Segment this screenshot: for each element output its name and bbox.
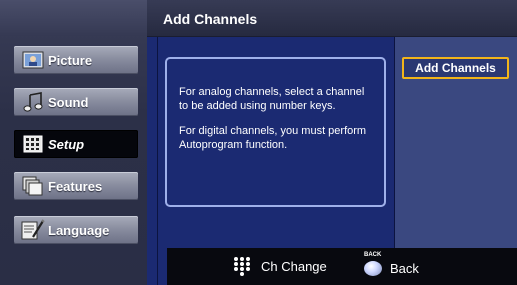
features-icon: [20, 175, 46, 197]
menu-label-language: Language: [48, 222, 110, 238]
header-bar: Add Channels: [147, 0, 517, 37]
help-bar: Ch Change BACK Back: [167, 248, 517, 285]
menu-item-sound[interactable]: Sound: [14, 88, 138, 116]
help-ch-change-label: Ch Change: [261, 258, 327, 274]
info-analog-text: For analog channels, select a channel to…: [179, 86, 365, 112]
back-key-label: BACK: [364, 252, 382, 258]
menu-item-setup[interactable]: Setup: [14, 130, 138, 158]
picture-icon: [20, 49, 46, 71]
menu-item-picture[interactable]: Picture: [14, 46, 138, 74]
menu-label-features: Features: [48, 178, 103, 194]
language-icon: [20, 219, 46, 241]
info-box: For analog channels, select a channel to…: [165, 57, 386, 207]
setup-icon: [20, 133, 46, 155]
main-menu: Picture Sound Setup Features Language: [0, 0, 147, 285]
back-key-icon: BACK: [362, 252, 386, 278]
tv-setup-screen: Picture Sound Setup Features Language Ad…: [0, 0, 517, 285]
menu-item-language[interactable]: Language: [14, 216, 138, 244]
menu-top-strip: [0, 0, 147, 36]
keypad-icon: [233, 256, 251, 276]
menu-label-picture: Picture: [48, 52, 93, 68]
help-ch-change: Ch Change: [233, 256, 327, 276]
info-digital-text: For digital channels, you must perform A…: [179, 125, 367, 151]
content-panel: For analog channels, select a channel to…: [147, 37, 517, 285]
help-back: BACK Back: [362, 252, 419, 278]
sound-icon: [20, 91, 46, 113]
add-channels-button[interactable]: Add Channels: [402, 57, 509, 79]
options-panel: Add Channels: [394, 37, 517, 250]
menu-label-setup: Setup: [48, 136, 85, 152]
menu-item-features[interactable]: Features: [14, 172, 138, 200]
page-title: Add Channels: [163, 11, 258, 27]
help-back-label: Back: [390, 260, 419, 276]
menu-label-sound: Sound: [48, 94, 89, 110]
